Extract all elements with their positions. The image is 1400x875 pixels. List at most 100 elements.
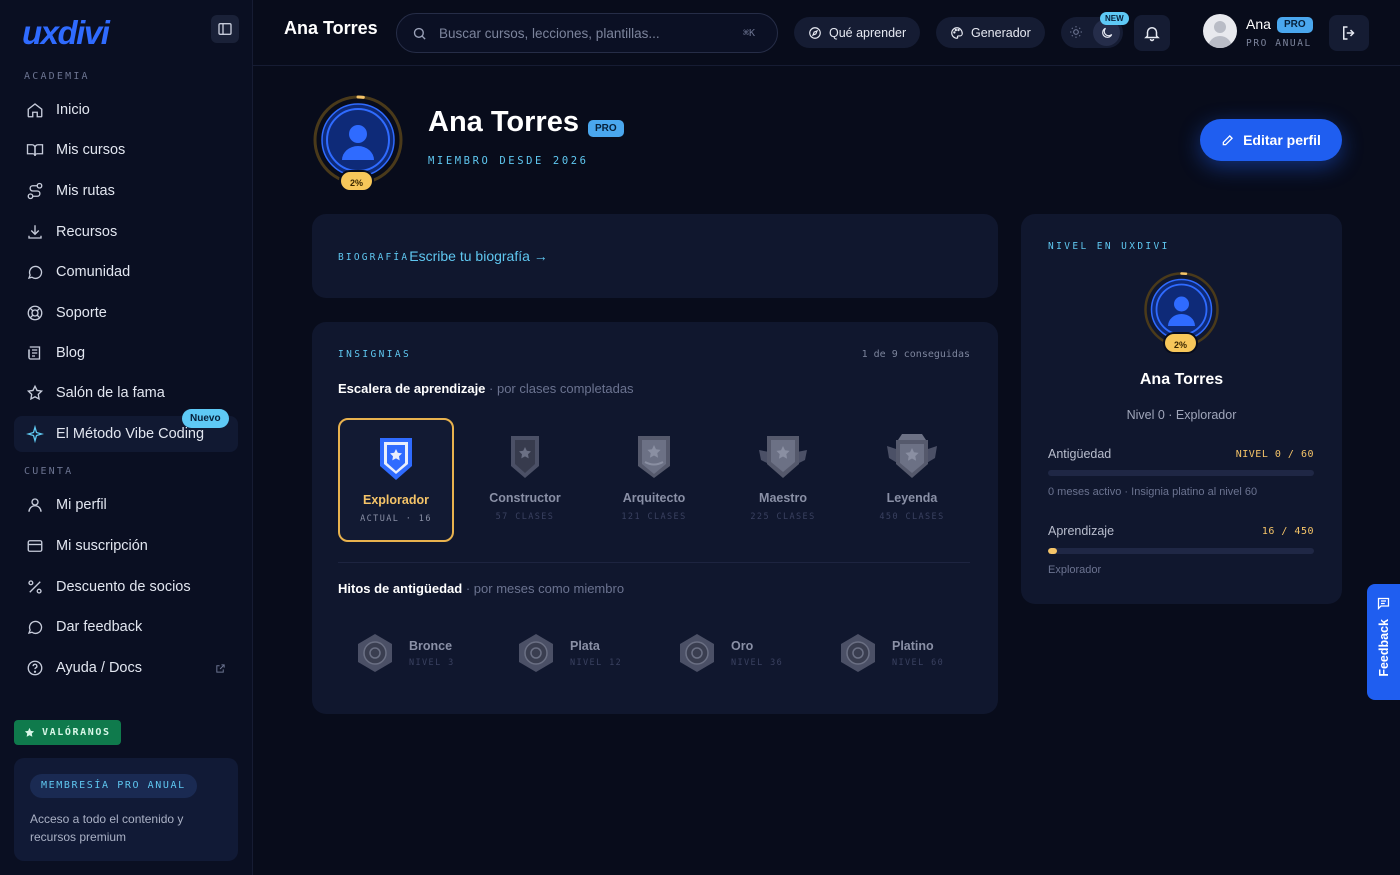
user-menu[interactable]: Ana PRO PRO ANUAL (1203, 14, 1313, 49)
sidebar-item-label: Mi perfil (56, 497, 107, 513)
winged-shield-badge-icon (759, 436, 807, 478)
sidebar-item-mis-rutas[interactable]: Mis rutas (14, 173, 238, 209)
sidebar-item-label: Mis rutas (56, 183, 115, 199)
rate-us-button[interactable]: VALÓRANOS (14, 720, 121, 745)
notifications-button[interactable] (1134, 15, 1170, 51)
sidebar-item-inicio[interactable]: Inicio (14, 92, 238, 128)
level-label: NIVEL EN UXDIVI (1048, 241, 1170, 252)
level-progress-badge: 2% (1163, 332, 1199, 354)
sidebar-item-label: Dar feedback (56, 619, 143, 635)
avatar (1203, 14, 1237, 48)
new-tag: NEW (1100, 12, 1129, 25)
seniority-label: Antigüedad (1048, 447, 1112, 461)
milestone-oro[interactable]: Oro NIVEL 36 (676, 632, 783, 674)
logout-button[interactable] (1329, 15, 1369, 51)
milestone-platino[interactable]: Platino NIVEL 60 (837, 632, 944, 674)
sidebar-item-comunidad[interactable]: Comunidad (14, 254, 238, 290)
what-to-learn-label: Qué aprender (829, 25, 907, 40)
sidebar-item-label: Descuento de socios (56, 579, 191, 595)
level-user-name: Ana Torres (1139, 371, 1224, 388)
user-silhouette-icon (1208, 21, 1232, 48)
sidebar-panel-icon (218, 23, 232, 35)
write-bio-link[interactable]: Escribe tu biografía → (409, 248, 548, 264)
milestone-plata[interactable]: Plata NIVEL 12 (515, 632, 622, 674)
search-bar[interactable]: ⌘K (396, 13, 778, 53)
badges-count: 1 de 9 conseguidas (861, 349, 970, 360)
sidebar-item-label: Inicio (56, 102, 90, 118)
membership-pill: MEMBRESÍA PRO ANUAL (30, 774, 197, 798)
ladder-heading: Escalera de aprendizaje · por clases com… (338, 381, 634, 396)
hexagon-medal-icon (358, 634, 392, 672)
feedback-tab[interactable]: Feedback (1367, 584, 1400, 700)
milestone-bronce[interactable]: Bronce NIVEL 3 (354, 632, 455, 674)
bio-card: BIOGRAFÍA Escribe tu biografía → (312, 214, 998, 298)
external-link-icon (216, 663, 225, 673)
profile-avatar[interactable]: 2% (312, 94, 404, 192)
ladder-badge-explorador[interactable]: Explorador ACTUAL · 16 (338, 418, 454, 542)
search-icon (413, 27, 426, 40)
lifebuoy-icon (27, 305, 43, 321)
what-to-learn-button[interactable]: Qué aprender (794, 17, 921, 48)
section-label-academy: ACADEMIA (24, 71, 90, 82)
sidebar-item-salon-de-la-fama[interactable]: Salón de la fama (14, 375, 238, 411)
book-open-icon (26, 144, 44, 157)
feedback-label: Feedback (1376, 619, 1391, 677)
badges-label: INSIGNIAS (338, 349, 412, 360)
star-filled-icon (24, 727, 35, 737)
milestone-sub: NIVEL 12 (570, 657, 623, 668)
seniority-progress-bar (1048, 470, 1314, 476)
section-label-account: CUENTA (24, 466, 74, 477)
winged-crest-badge-icon (887, 434, 937, 478)
ladder-badge-constructor[interactable]: Constructor 57 CLASES (467, 418, 583, 542)
collapse-sidebar-button[interactable] (211, 15, 239, 43)
topbar: Ana Torres ⌘K Qué aprender Generador NEW… (253, 0, 1400, 66)
milestone-sub: NIVEL 60 (892, 657, 945, 668)
sidebar-item-ayuda-docs[interactable]: Ayuda / Docs (14, 650, 238, 686)
avatar-progress-badge: 2% (339, 170, 375, 192)
ladder-title: Escalera de aprendizaje (338, 381, 486, 396)
route-icon (27, 182, 43, 200)
ladder-badge-arquitecto[interactable]: Arquitecto 121 CLASES (596, 418, 712, 542)
rate-us-label: VALÓRANOS (42, 727, 111, 738)
sidebar-item-descuento-socios[interactable]: Descuento de socios (14, 569, 238, 605)
brand-logo[interactable]: uxdivi (22, 14, 110, 52)
sidebar-item-label: Ayuda / Docs (56, 660, 142, 676)
sidebar-item-label: Soporte (56, 305, 107, 321)
milestone-sub: NIVEL 3 (409, 657, 455, 668)
credit-card-icon (27, 540, 43, 552)
search-shortcut: ⌘K (742, 27, 755, 39)
sidebar-item-recursos[interactable]: Recursos (14, 214, 238, 250)
bell-icon (1144, 27, 1160, 42)
sparkle-icon (26, 425, 44, 443)
generator-button[interactable]: Generador (936, 17, 1045, 48)
sidebar-item-blog[interactable]: Blog (14, 335, 238, 371)
hexagon-medal-icon (519, 634, 553, 672)
logout-icon (1343, 26, 1355, 40)
sidebar-item-mi-perfil[interactable]: Mi perfil (14, 487, 238, 523)
sidebar-item-label: Comunidad (56, 264, 131, 280)
sidebar-item-mi-suscripcion[interactable]: Mi suscripción (14, 528, 238, 564)
generator-label: Generador (971, 25, 1031, 40)
level-subtitle: Nivel 0 · Explorador (1126, 408, 1237, 422)
sidebar-item-mis-cursos[interactable]: Mis cursos (14, 132, 238, 168)
ladder-badge-leyenda[interactable]: Leyenda 450 CLASES (854, 418, 970, 542)
ladder-badge-sub: 225 CLASES (750, 512, 816, 522)
sidebar-item-label: Mis cursos (56, 142, 126, 158)
milestone-name: Plata (570, 638, 600, 653)
sidebar-item-dar-feedback[interactable]: Dar feedback (14, 609, 238, 645)
user-icon (28, 498, 42, 512)
ladder-badge-maestro[interactable]: Maestro 225 CLASES (725, 418, 841, 542)
sidebar: uxdivi ACADEMIA Inicio Mis cursos Mis ru… (0, 0, 253, 875)
milestone-name: Platino (892, 638, 934, 653)
level-avatar: 2% (1143, 271, 1220, 354)
edit-profile-button[interactable]: Editar perfil (1200, 119, 1342, 161)
new-badge: Nuevo (182, 409, 229, 428)
ladder-badge-name: Constructor (489, 491, 561, 505)
home-icon (27, 103, 43, 118)
search-input[interactable] (439, 25, 729, 41)
sidebar-item-soporte[interactable]: Soporte (14, 295, 238, 331)
user-pro-badge: PRO (1277, 17, 1313, 33)
milestones-subtitle: · por meses como miembro (462, 581, 625, 596)
sidebar-item-label: Salón de la fama (56, 385, 165, 401)
member-since: MIEMBRO DESDE 2026 (428, 155, 589, 167)
